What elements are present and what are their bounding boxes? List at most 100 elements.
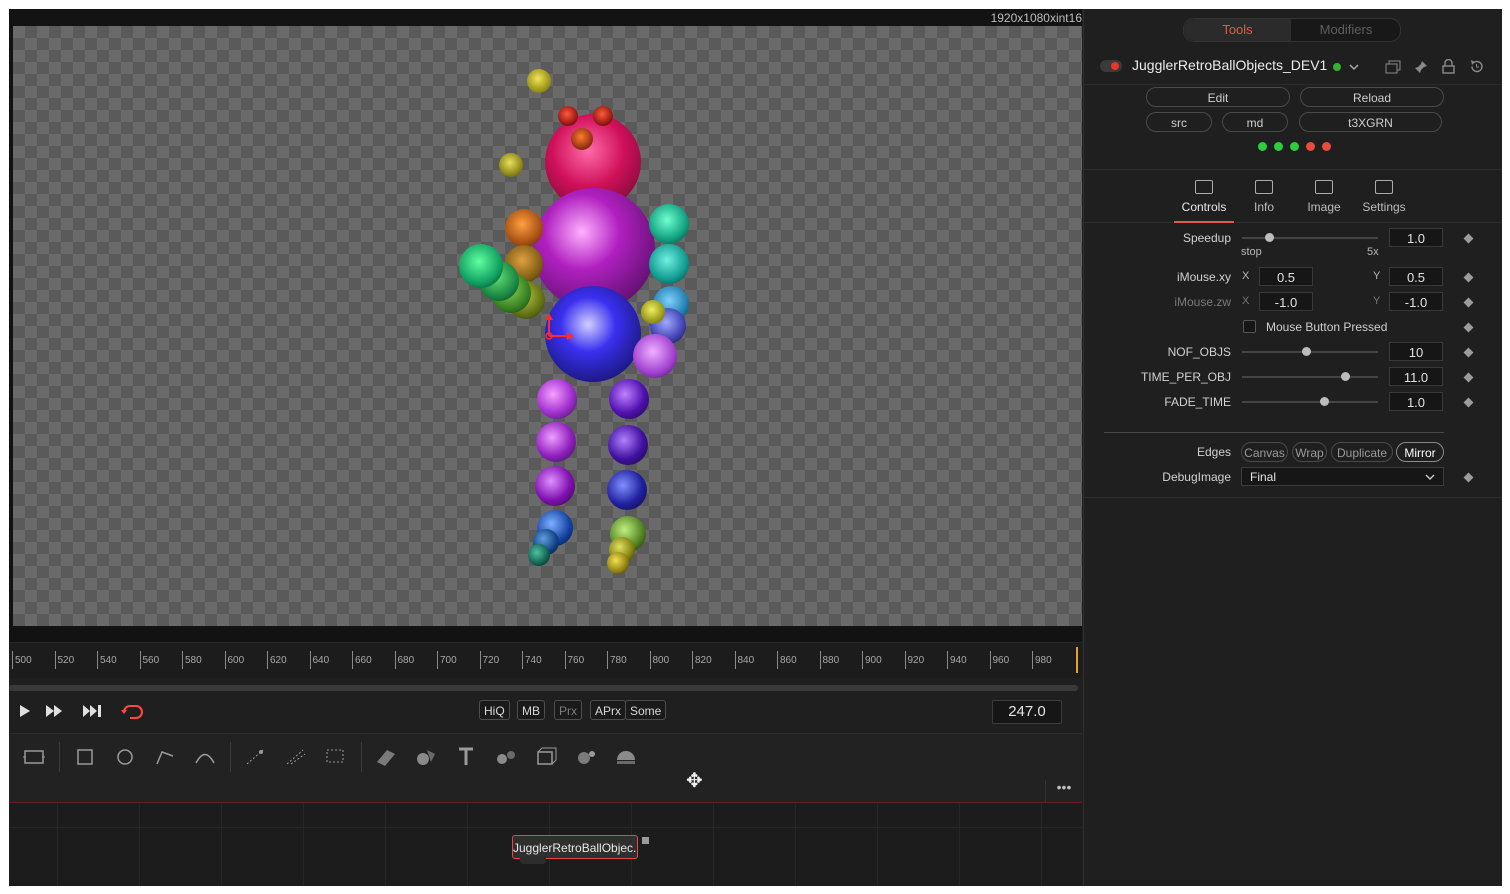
tab-controls[interactable]: Controls bbox=[1174, 170, 1234, 223]
tab-info[interactable]: Info bbox=[1234, 170, 1294, 222]
lock-icon[interactable] bbox=[1442, 59, 1455, 74]
prx-button[interactable]: Prx bbox=[554, 700, 582, 720]
edges-duplicate-button[interactable]: Duplicate bbox=[1331, 442, 1393, 462]
nof-objs-slider[interactable] bbox=[1242, 347, 1378, 356]
nof-objs-field[interactable]: 10 bbox=[1389, 342, 1443, 361]
some-button[interactable]: Some bbox=[625, 700, 667, 720]
edges-canvas-button[interactable]: Canvas bbox=[1241, 442, 1288, 462]
keyframe-diamond-icon[interactable] bbox=[1463, 233, 1474, 244]
keyframe-diamond-icon[interactable] bbox=[1463, 397, 1474, 408]
transform-gizmo-icon[interactable] bbox=[543, 312, 583, 342]
time-scrubber[interactable] bbox=[9, 685, 1078, 691]
version-icon[interactable] bbox=[1385, 60, 1401, 74]
skip-to-end-button[interactable] bbox=[82, 703, 102, 723]
imouse-w-field[interactable]: -1.0 bbox=[1389, 292, 1443, 311]
tool-header: JugglerRetroBallObjects_DEV1 bbox=[1084, 50, 1502, 85]
node-output-port[interactable] bbox=[642, 837, 649, 844]
ball bbox=[608, 425, 648, 465]
reload-button[interactable]: Reload bbox=[1300, 87, 1444, 107]
ruler-tick-label: 980 bbox=[1035, 655, 1052, 666]
playhead[interactable] bbox=[1076, 647, 1078, 673]
speedup-max-label: 5x bbox=[1367, 246, 1379, 258]
edges-wrap-button[interactable]: Wrap bbox=[1292, 442, 1327, 462]
keyframe-diamond-icon[interactable] bbox=[1463, 322, 1474, 333]
rectangle-mask-icon[interactable] bbox=[72, 744, 98, 770]
speedup-slider[interactable] bbox=[1242, 233, 1378, 242]
edges-mirror-button[interactable]: Mirror bbox=[1396, 442, 1444, 462]
fade-time-label: FADE_TIME bbox=[1164, 395, 1231, 409]
slider-knob[interactable] bbox=[1319, 397, 1329, 406]
node-input-port[interactable] bbox=[520, 856, 546, 864]
speedup-field[interactable]: 1.0 bbox=[1389, 228, 1443, 247]
edit-button[interactable]: Edit bbox=[1146, 87, 1290, 107]
ruler-tick-label: 660 bbox=[355, 655, 372, 666]
particle-emitter-icon[interactable] bbox=[243, 744, 269, 770]
play-button[interactable] bbox=[15, 703, 35, 723]
status-dot bbox=[1306, 142, 1315, 151]
ellipse-mask-icon[interactable] bbox=[112, 744, 138, 770]
camera-3d-icon[interactable] bbox=[533, 744, 559, 770]
viewer-canvas[interactable] bbox=[13, 26, 1082, 626]
ruler-tick-label: 860 bbox=[780, 655, 797, 666]
ruler-tick bbox=[267, 651, 268, 669]
time-ruler[interactable]: 500 520 540 560 580 600 620 640 660 680 700 720 740 7… bbox=[9, 642, 1082, 678]
text-3d-icon[interactable] bbox=[453, 744, 479, 770]
current-frame-field[interactable]: 247.0 bbox=[992, 700, 1062, 724]
status-dot bbox=[1290, 142, 1299, 151]
md-button[interactable]: md bbox=[1222, 112, 1288, 132]
ball bbox=[536, 422, 576, 462]
time-per-obj-slider[interactable] bbox=[1242, 372, 1378, 381]
chevron-down-icon[interactable] bbox=[1349, 62, 1359, 72]
polygon-mask-icon[interactable] bbox=[152, 744, 178, 770]
ruler-tick-label: 760 bbox=[567, 655, 585, 666]
background-tool-icon[interactable] bbox=[21, 744, 47, 770]
tab-settings[interactable]: Settings bbox=[1354, 170, 1414, 222]
mb-button[interactable]: MB bbox=[517, 700, 545, 720]
time-per-obj-field[interactable]: 11.0 bbox=[1389, 367, 1443, 386]
settings-icon bbox=[1375, 180, 1393, 194]
imouse-xy-label: iMouse.xy bbox=[1176, 270, 1231, 284]
slider-knob[interactable] bbox=[1341, 372, 1351, 381]
keyframe-diamond-icon[interactable] bbox=[1463, 347, 1474, 358]
imouse-zw-y-label: Y bbox=[1373, 295, 1381, 307]
tab-image[interactable]: Image bbox=[1294, 170, 1354, 222]
imouse-z-field[interactable]: -1.0 bbox=[1259, 292, 1313, 311]
reset-icon[interactable] bbox=[1469, 59, 1484, 74]
shape-3d-icon[interactable] bbox=[413, 744, 439, 770]
keyframe-diamond-icon[interactable] bbox=[1463, 272, 1474, 283]
keyframe-diamond-icon[interactable] bbox=[1463, 372, 1474, 383]
tab-settings-label: Settings bbox=[1362, 200, 1406, 214]
fade-time-field[interactable]: 1.0 bbox=[1389, 392, 1443, 411]
tab-tools[interactable]: Tools bbox=[1184, 19, 1291, 41]
slider-knob[interactable] bbox=[1301, 347, 1311, 356]
spot-light-icon[interactable] bbox=[613, 744, 639, 770]
imouse-y-field[interactable]: 0.5 bbox=[1389, 267, 1443, 286]
tab-modifiers[interactable]: Modifiers bbox=[1292, 19, 1400, 41]
play-icon bbox=[20, 705, 30, 717]
fast-forward-button[interactable] bbox=[45, 703, 65, 723]
particle-render-icon[interactable] bbox=[283, 744, 309, 770]
debug-image-select[interactable]: Final bbox=[1241, 467, 1444, 486]
ball bbox=[641, 300, 665, 324]
bspline-mask-icon[interactable] bbox=[192, 744, 218, 770]
mouse-button-checkbox[interactable] bbox=[1243, 320, 1256, 333]
keyframe-diamond-icon[interactable] bbox=[1463, 472, 1474, 483]
renderer-3d-icon[interactable] bbox=[573, 744, 599, 770]
slider-knob[interactable] bbox=[1265, 233, 1275, 242]
ruler-tick-label: 520 bbox=[57, 655, 75, 666]
src-button[interactable]: src bbox=[1146, 112, 1212, 132]
imouse-x-field[interactable]: 0.5 bbox=[1259, 267, 1313, 286]
fade-time-slider[interactable] bbox=[1242, 397, 1378, 406]
keyframe-diamond-icon[interactable] bbox=[1463, 297, 1474, 308]
pin-icon[interactable] bbox=[1414, 60, 1428, 74]
merge-3d-icon[interactable] bbox=[493, 744, 519, 770]
more-options-icon[interactable]: ••• bbox=[1045, 780, 1082, 802]
tool-color-toggle[interactable] bbox=[1100, 60, 1122, 72]
image-plane-3d-icon[interactable] bbox=[373, 744, 399, 770]
aprx-button[interactable]: APrx bbox=[590, 700, 627, 720]
loop-button[interactable] bbox=[120, 703, 143, 723]
viewer[interactable]: 1920x1080xint16 bbox=[9, 9, 1082, 642]
hiq-button[interactable]: HiQ bbox=[479, 700, 510, 720]
text-plus-icon[interactable] bbox=[323, 744, 349, 770]
t3xgrn-button[interactable]: t3XGRN bbox=[1299, 112, 1442, 132]
